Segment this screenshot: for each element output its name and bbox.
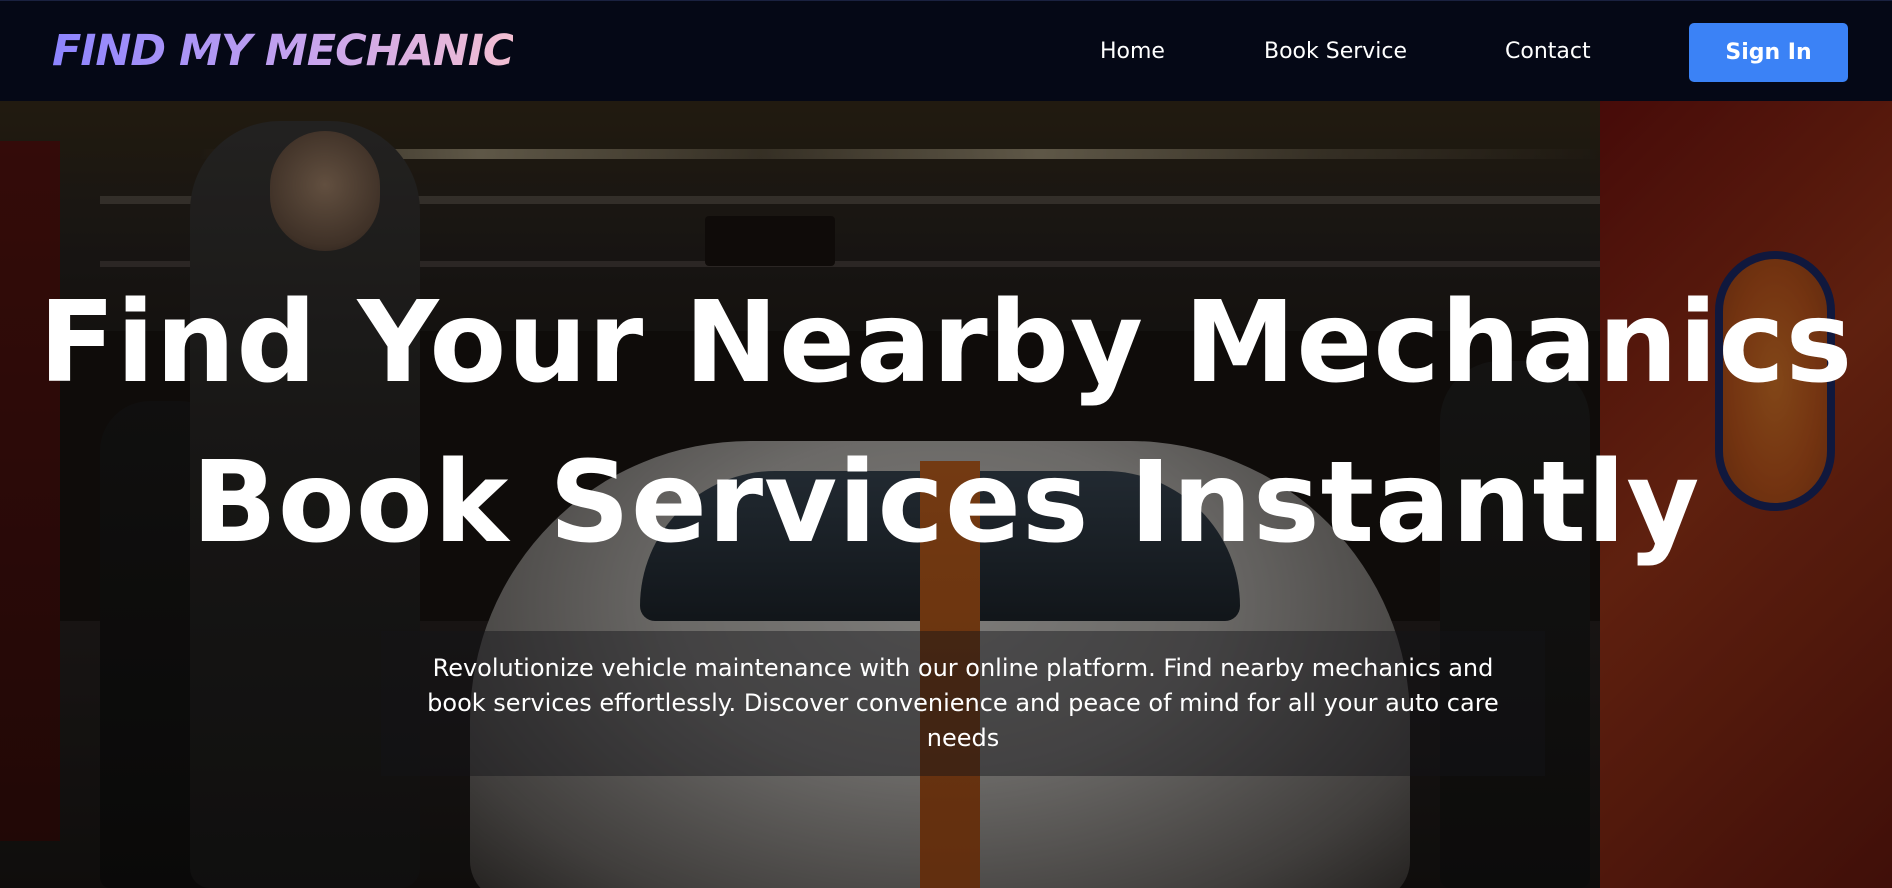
hero-description: Revolutionize vehicle maintenance with o… — [427, 654, 1499, 752]
hero-section: Find Your Nearby Mechanics Book Services… — [0, 101, 1892, 888]
nav-link-home[interactable]: Home — [1100, 39, 1165, 64]
hero-title-line-1: Find Your Nearby Mechanics — [38, 278, 1854, 408]
nav-link-book-service[interactable]: Book Service — [1264, 39, 1407, 64]
nav-link-contact[interactable]: Contact — [1505, 39, 1591, 64]
hero-description-box: Revolutionize vehicle maintenance with o… — [381, 631, 1545, 776]
site-logo[interactable]: FIND MY MECHANIC — [52, 25, 514, 77]
navbar: FIND MY MECHANIC Home Book Service Conta… — [0, 0, 1892, 101]
hero-title-line-2: Book Services Instantly — [191, 438, 1701, 568]
sign-in-button[interactable]: Sign In — [1689, 23, 1848, 82]
